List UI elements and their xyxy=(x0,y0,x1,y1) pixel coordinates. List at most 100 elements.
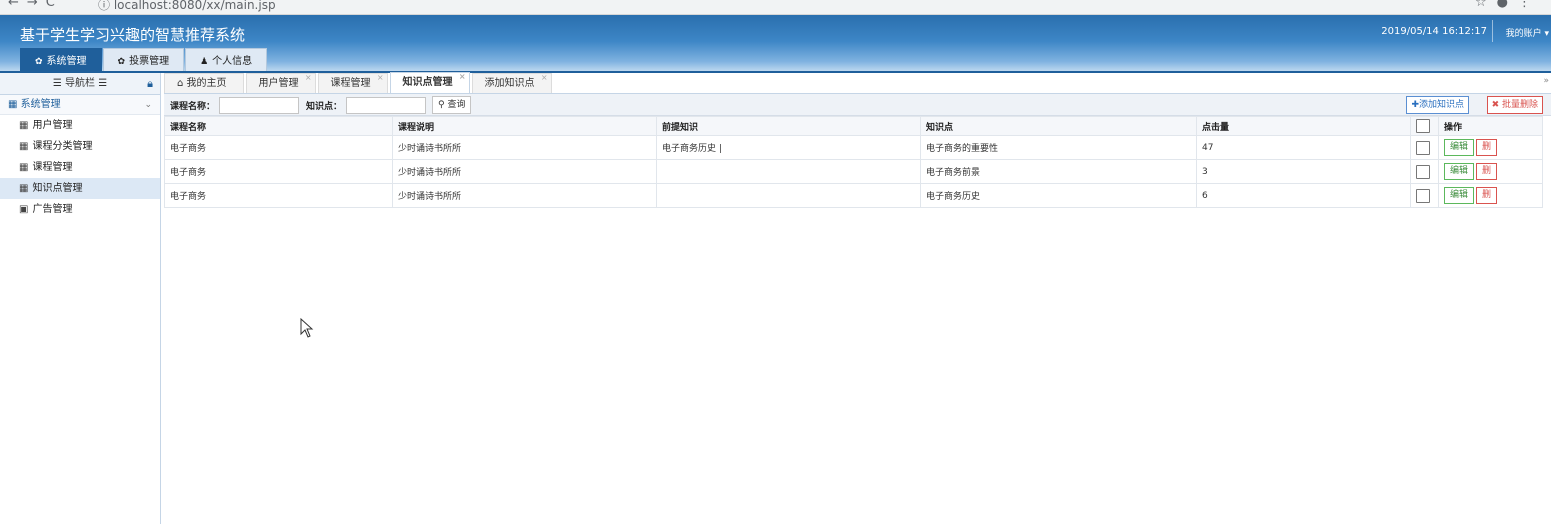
user-icon: ♟ xyxy=(200,57,209,67)
sidebar-item-label: 课程分类管理 xyxy=(32,141,93,152)
gear-icon: ✿ xyxy=(117,57,126,67)
menu-icon: ☰ xyxy=(98,78,108,89)
close-icon[interactable]: × xyxy=(459,67,466,87)
table-row: 电子商务 少时诵诗书所所 电子商务历史 | 电子商务的重要性 47 编辑删 xyxy=(164,135,1543,160)
table-icon: ▦ xyxy=(19,141,29,152)
tab-label: 添加知识点 xyxy=(484,78,535,89)
delete-button[interactable]: 删 xyxy=(1476,163,1498,180)
cell-prerequisite xyxy=(656,183,921,208)
browser-menu-icons[interactable]: ☆●⋮ xyxy=(1475,0,1541,10)
sidebar-group-system[interactable]: ▦ 系统管理 ⌄ xyxy=(0,95,160,115)
top-tab-label: 个人信息 xyxy=(212,56,253,67)
close-icon: ✖ xyxy=(1491,100,1500,110)
tab-label: 我的主页 xyxy=(186,78,227,89)
tab-knowledge-points[interactable]: 知识点管理 × xyxy=(389,72,470,93)
tab-home[interactable]: ⌂ 我的主页 xyxy=(164,73,244,93)
column-header: 课程名称 xyxy=(164,116,393,136)
row-checkbox[interactable] xyxy=(1416,140,1430,155)
sidebar: ☰ 导航栏 ☰ 🔒︎ ▦ 系统管理 ⌄ ▦ 用户管理 ▦ 课程分类管理 ▦ 课程管理 … xyxy=(0,73,161,524)
cell-description: 少时诵诗书所所 xyxy=(392,159,657,184)
top-tab-profile[interactable]: ♟ 个人信息 xyxy=(185,48,268,73)
gear-icon: ✿ xyxy=(35,57,43,67)
table-icon: ▦ xyxy=(19,183,29,194)
sidebar-item-ads[interactable]: ▣ 广告管理 xyxy=(0,199,160,220)
search-toolbar: 课程名称： 知识点： ⚲ 查询 ✚添加知识点 ✖ 批量删除 xyxy=(164,94,1551,116)
sidebar-item-users[interactable]: ▦ 用户管理 xyxy=(0,115,160,136)
knowledge-point-input[interactable] xyxy=(346,97,426,114)
tab-courses[interactable]: 课程管理 × xyxy=(317,73,388,93)
table-header-row: 课程名称 课程说明 前提知识 知识点 点击量 操作 xyxy=(164,116,1543,136)
chevron-down-icon[interactable]: » xyxy=(1543,76,1549,86)
cell-course: 电子商务 xyxy=(164,159,393,184)
plus-icon: ✚ xyxy=(1411,100,1419,110)
cell-description: 少时诵诗书所所 xyxy=(392,135,657,160)
cell-clicks: 6 xyxy=(1196,183,1411,208)
row-checkbox[interactable] xyxy=(1416,164,1430,179)
cell-knowledge-point: 电子商务历史 xyxy=(920,183,1197,208)
table-icon: ▦ xyxy=(8,99,18,110)
sidebar-item-label: 课程管理 xyxy=(32,162,73,173)
cell-actions: 编辑删 xyxy=(1438,159,1543,184)
tab-users[interactable]: 用户管理 × xyxy=(245,73,316,93)
image-icon: ▣ xyxy=(19,204,29,215)
column-header: 点击量 xyxy=(1196,116,1411,136)
edit-button[interactable]: 编辑 xyxy=(1444,139,1475,156)
cell-select xyxy=(1410,183,1439,208)
sidebar-item-knowledge-points[interactable]: ▦ 知识点管理 xyxy=(0,178,160,199)
table-icon: ▦ xyxy=(19,120,29,131)
address-bar[interactable]: ⓘ localhost:8080/xx/main.jsp xyxy=(98,0,276,13)
close-icon[interactable]: × xyxy=(305,68,312,88)
close-icon[interactable]: × xyxy=(377,68,384,88)
sidebar-header: ☰ 导航栏 ☰ 🔒︎ xyxy=(0,73,160,95)
sidebar-item-label: 用户管理 xyxy=(32,120,73,131)
search-button[interactable]: ⚲ 查询 xyxy=(432,96,472,114)
top-tab-label: 投票管理 xyxy=(129,56,170,67)
sidebar-item-courses[interactable]: ▦ 课程管理 xyxy=(0,157,160,178)
course-name-input[interactable] xyxy=(219,97,299,114)
delete-button[interactable]: 删 xyxy=(1476,139,1498,156)
lock-icon[interactable]: 🔒︎ xyxy=(147,73,153,95)
tab-label: 课程管理 xyxy=(330,78,371,89)
top-tab-system[interactable]: ✿ 系统管理 xyxy=(20,48,102,73)
tab-label: 用户管理 xyxy=(258,78,299,89)
edit-button[interactable]: 编辑 xyxy=(1444,187,1475,204)
cell-knowledge-point: 电子商务前景 xyxy=(920,159,1197,184)
row-checkbox[interactable] xyxy=(1416,188,1430,203)
cell-prerequisite xyxy=(656,159,921,184)
batch-delete-label: 批量删除 xyxy=(1501,100,1538,110)
sidebar-item-label: 广告管理 xyxy=(32,204,73,215)
app-title: 基于学生学习兴趣的智慧推荐系统 xyxy=(20,26,246,44)
tab-add-knowledge-point[interactable]: 添加知识点 × xyxy=(471,73,552,93)
top-tab-vote[interactable]: ✿ 投票管理 xyxy=(102,48,185,73)
account-menu[interactable]: 我的账户 ▾ xyxy=(1506,26,1549,39)
close-icon[interactable]: × xyxy=(541,68,548,88)
select-all-checkbox[interactable] xyxy=(1416,119,1430,133)
top-tab-label: 系统管理 xyxy=(46,56,87,67)
table-icon: ▦ xyxy=(19,162,29,173)
cell-clicks: 3 xyxy=(1196,159,1411,184)
search-icon: ⚲ xyxy=(438,100,445,110)
knowledge-point-table: 课程名称 课程说明 前提知识 知识点 点击量 操作 电子商务 少时诵诗书所所 电… xyxy=(164,116,1543,208)
select-all-cell xyxy=(1410,116,1439,136)
header-divider xyxy=(1492,20,1493,42)
account-label: 我的账户 xyxy=(1505,29,1542,39)
column-header: 课程说明 xyxy=(392,116,657,136)
cell-description: 少时诵诗书所所 xyxy=(392,183,657,208)
edit-button[interactable]: 编辑 xyxy=(1444,163,1475,180)
sidebar-item-course-category[interactable]: ▦ 课程分类管理 xyxy=(0,136,160,157)
sidebar-item-label: 知识点管理 xyxy=(32,183,83,194)
column-header: 操作 xyxy=(1438,116,1543,136)
browser-nav-icons[interactable]: ←→C xyxy=(8,0,63,10)
cell-select xyxy=(1410,159,1439,184)
cell-course: 电子商务 xyxy=(164,183,393,208)
knowledge-point-label: 知识点： xyxy=(306,102,343,112)
search-button-label: 查询 xyxy=(447,100,466,110)
cell-knowledge-point: 电子商务的重要性 xyxy=(920,135,1197,160)
browser-toolbar: ←→C ⓘ localhost:8080/xx/main.jsp ☆●⋮ xyxy=(0,0,1551,15)
delete-button[interactable]: 删 xyxy=(1476,187,1498,204)
add-knowledge-point-button[interactable]: ✚添加知识点 xyxy=(1406,96,1469,114)
chevron-down-icon: ▾ xyxy=(1544,29,1549,39)
add-button-label: 添加知识点 xyxy=(1418,100,1464,110)
sidebar-group-label: 系统管理 xyxy=(20,99,61,110)
batch-delete-button[interactable]: ✖ 批量删除 xyxy=(1486,96,1543,114)
